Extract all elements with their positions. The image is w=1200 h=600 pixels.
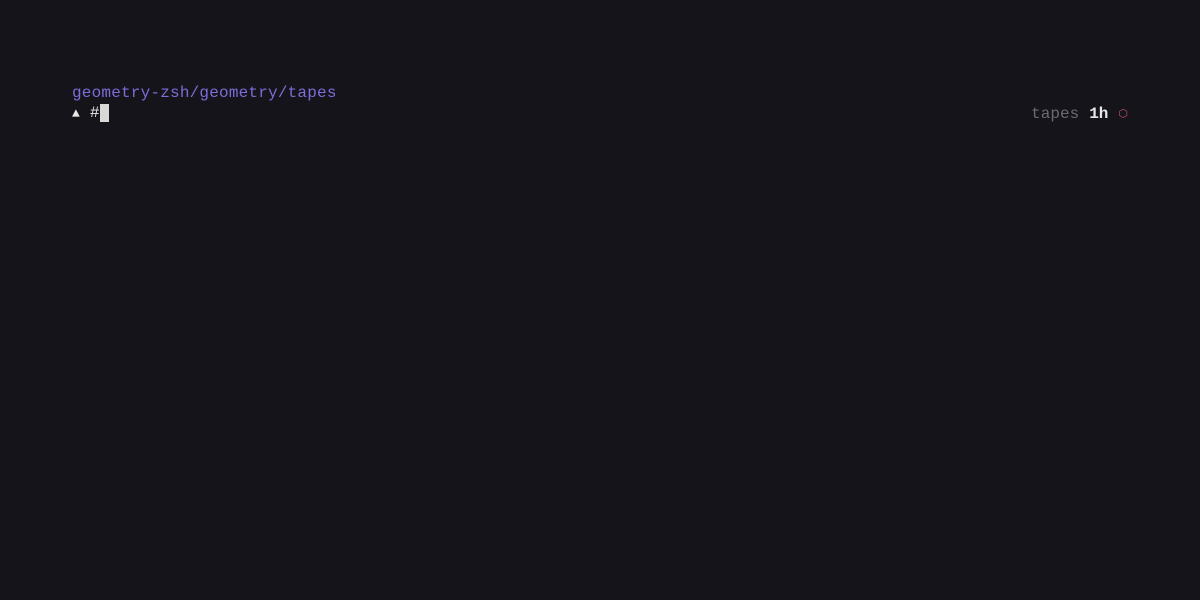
current-path: geometry-zsh/geometry/tapes xyxy=(72,84,1128,102)
command-duration: 1h xyxy=(1089,105,1108,123)
prompt-hash: # xyxy=(90,104,100,122)
cursor-icon xyxy=(100,104,109,122)
prompt-line[interactable]: ▲ # xyxy=(72,104,1128,122)
prompt-left: ▲ # xyxy=(72,104,109,122)
prompt-triangle-icon: ▲ xyxy=(72,106,80,121)
terminal-window[interactable]: geometry-zsh/geometry/tapes ▲ # xyxy=(0,0,1200,600)
git-branch-name: tapes xyxy=(1031,105,1079,123)
right-status-bar: tapes 1h ⬡ xyxy=(1031,105,1128,123)
git-status-icon: ⬡ xyxy=(1118,107,1128,121)
